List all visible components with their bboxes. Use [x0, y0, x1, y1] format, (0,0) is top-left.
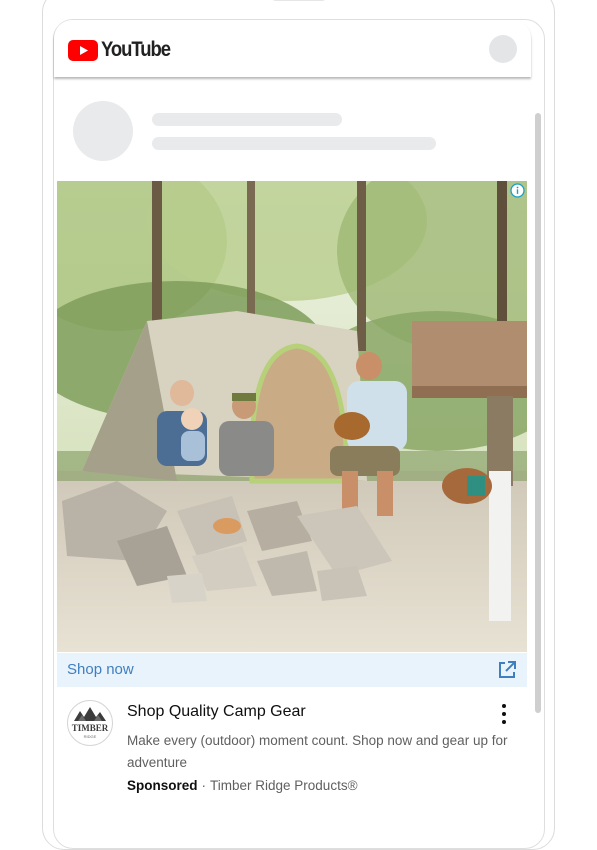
shop-now-link[interactable]: Shop now [67, 661, 134, 678]
svg-text:RIDGE: RIDGE [84, 734, 97, 739]
external-link-icon[interactable] [497, 660, 517, 680]
avatar[interactable] [489, 35, 517, 63]
timber-ridge-logo: TIMBER RIDGE [72, 707, 109, 739]
ad-description: Make every (outdoor) moment count. Shop … [127, 733, 508, 770]
device-notch [272, 0, 326, 1]
youtube-logo[interactable]: YouTube [68, 38, 179, 62]
channel-avatar-placeholder [73, 101, 133, 161]
ad-title[interactable]: Shop Quality Camp Gear [127, 703, 306, 721]
scrollbar[interactable] [535, 113, 541, 713]
shop-now-bar[interactable]: Shop now [57, 653, 527, 687]
youtube-header: YouTube [54, 20, 531, 77]
ad-image[interactable] [57, 181, 527, 652]
advertiser-name[interactable]: Timber Ridge Products® [210, 778, 358, 793]
subtitle-placeholder [152, 137, 436, 150]
svg-text:TIMBER: TIMBER [72, 723, 109, 733]
youtube-wordmark: YouTube [101, 38, 171, 61]
more-vert-icon[interactable] [496, 703, 512, 725]
meta-separator: · [201, 778, 207, 793]
info-icon [509, 182, 525, 198]
sponsored-label: Sponsored [127, 778, 198, 793]
youtube-play-icon [68, 39, 98, 61]
ad-info-button[interactable] [507, 181, 527, 199]
title-placeholder [152, 113, 342, 126]
advertiser-logo[interactable]: TIMBER RIDGE [67, 700, 113, 746]
ad-photo [57, 181, 527, 652]
ad-meta: Sponsored · Timber Ridge Products® [127, 778, 358, 793]
